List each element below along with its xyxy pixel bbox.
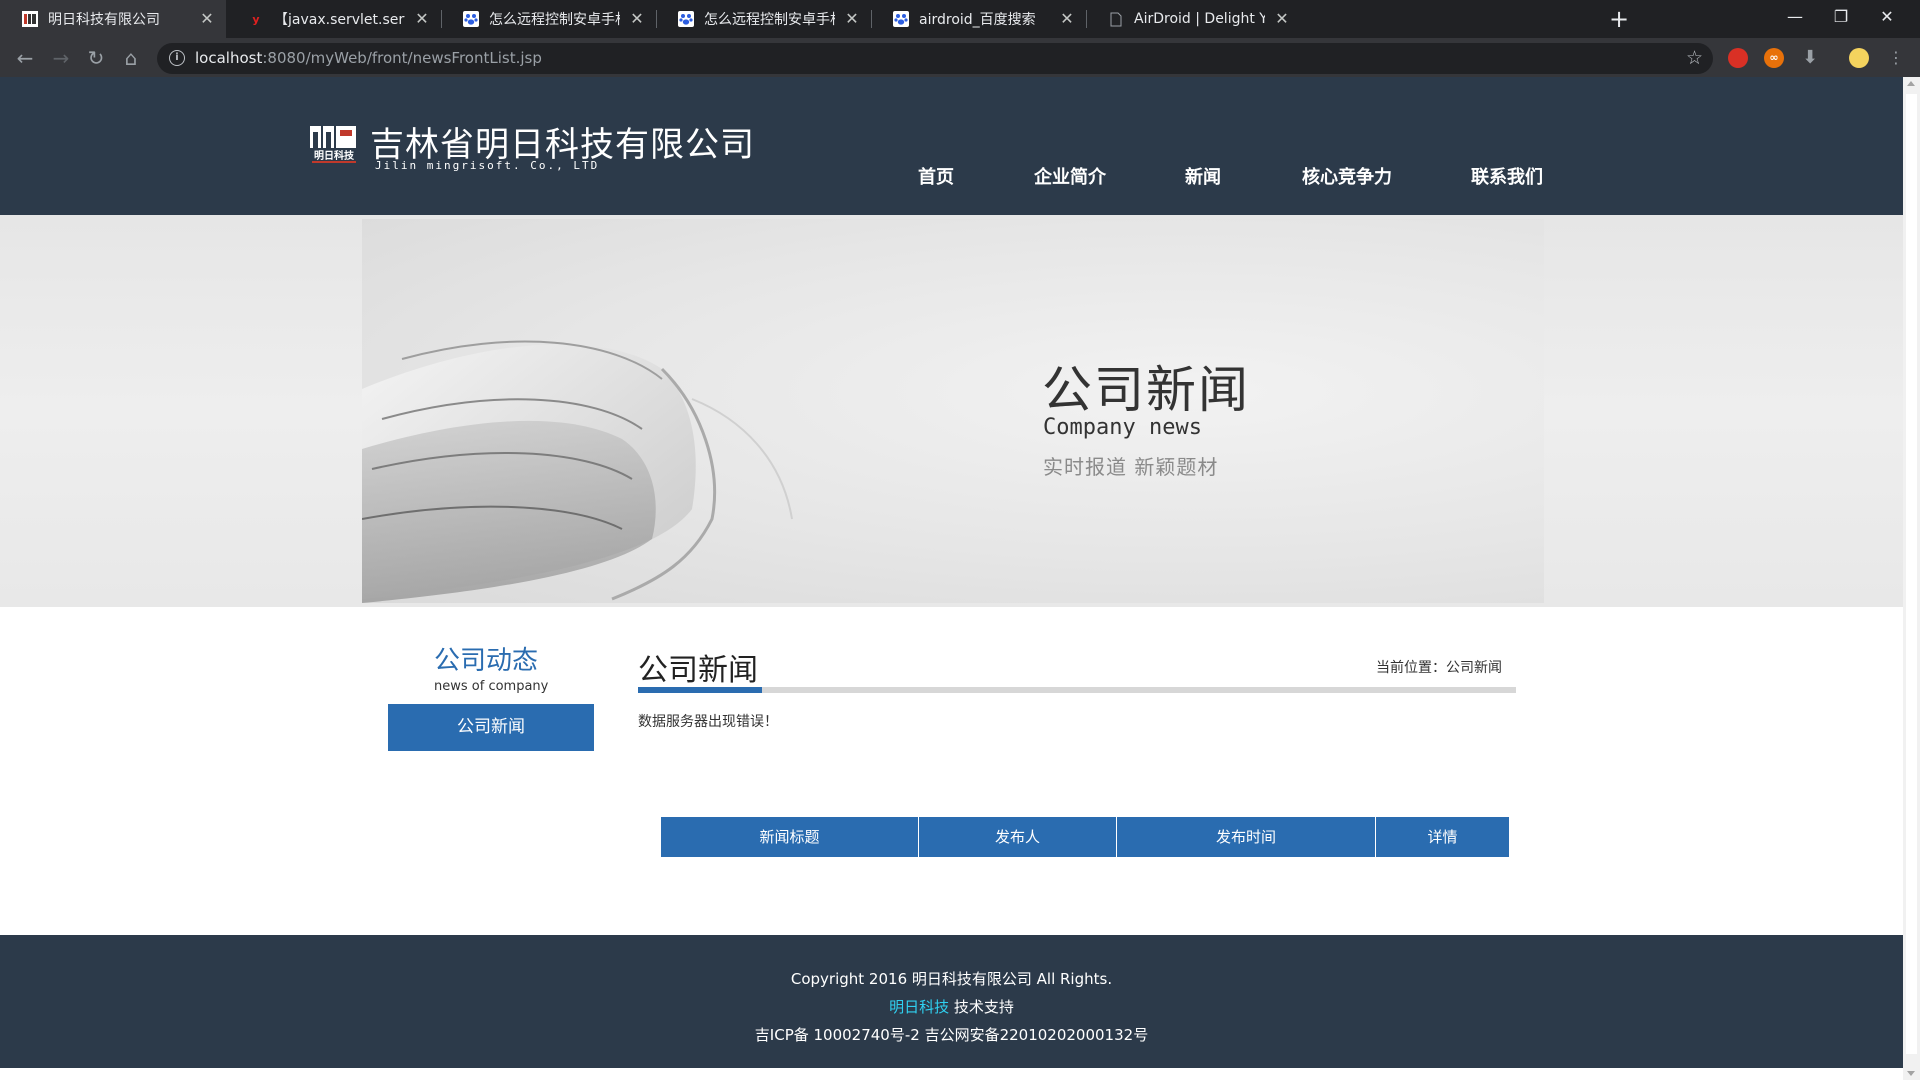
browser-tab-strip: 明日科技有限公司 ✕ y 【javax.servlet.servletexcep… — [0, 0, 1920, 38]
company-logo[interactable]: 明日科技 — [308, 122, 360, 164]
browser-tab[interactable]: AirDroid | Delight Your Multi-S ✕ — [1086, 0, 1301, 38]
scrollbar-thumb[interactable] — [1906, 94, 1917, 1054]
nav-home[interactable]: 首页 — [918, 163, 954, 189]
home-icon[interactable]: ⌂ — [118, 45, 144, 71]
tab-close-icon[interactable]: ✕ — [198, 10, 216, 28]
tab-close-icon[interactable]: ✕ — [1058, 10, 1076, 28]
banner-subtitle: Company news — [1043, 415, 1202, 440]
tab-close-icon[interactable]: ✕ — [628, 10, 646, 28]
tab-label: 【javax.servlet.servletexceptio — [274, 12, 405, 28]
page-scrollbar[interactable] — [1903, 77, 1920, 1080]
tab-label: 明日科技有限公司 — [48, 12, 160, 28]
baidu-paw-icon — [893, 11, 909, 27]
tab-close-icon[interactable]: ✕ — [1273, 10, 1291, 28]
tab-close-icon[interactable]: ✕ — [413, 10, 431, 28]
column-header-publisher: 发布人 — [919, 817, 1117, 857]
tab-label: 怎么远程控制安卓手机，控制安卓 — [704, 12, 835, 28]
tab-label: airdroid_百度搜索 — [919, 12, 1036, 28]
address-bar[interactable]: i localhost:8080/myWeb/front/newsFrontLi… — [157, 43, 1713, 74]
breadcrumb-current[interactable]: 公司新闻 — [1446, 660, 1502, 676]
nav-contact[interactable]: 联系我们 — [1471, 163, 1543, 189]
tab-label: 怎么远程控制安卓手机_百度搜索 — [489, 12, 620, 28]
news-table-header: 新闻标题 发布人 发布时间 详情 — [661, 817, 1509, 857]
browser-tab-active[interactable]: 明日科技有限公司 ✕ — [0, 0, 226, 38]
browser-tab[interactable]: airdroid_百度搜索 ✕ — [871, 0, 1086, 38]
reload-icon[interactable]: ↻ — [83, 45, 109, 71]
baidu-paw-icon — [463, 11, 479, 27]
banner-title: 公司新闻 — [1042, 361, 1250, 419]
url-host: localhost — [195, 49, 263, 67]
back-arrow-icon[interactable]: ← — [12, 45, 38, 71]
column-header-details: 详情 — [1427, 828, 1458, 846]
footer-support-link[interactable]: 明日科技 — [889, 998, 949, 1016]
logo-text: 明日科技 — [314, 149, 355, 162]
minimize-window-button[interactable]: — — [1772, 0, 1818, 34]
footer-copyright: Copyright 2016 明日科技有限公司 All Rights. — [790, 970, 1113, 988]
browser-toolbar: ← → ↻ ⌂ i localhost:8080/myWeb/front/new… — [0, 38, 1920, 77]
nav-core-competence[interactable]: 核心竞争力 — [1302, 163, 1392, 189]
sidebar-item-company-news[interactable]: 公司新闻 — [388, 704, 594, 751]
footer-support-text: 技术支持 — [949, 998, 1014, 1016]
site-favicon-icon — [22, 11, 38, 27]
download-arrow-icon[interactable]: ⬇ — [1800, 48, 1820, 68]
column-header-title: 新闻标题 — [661, 817, 919, 857]
news-banner: 公司新闻 Company news 实时报道 新颖题材 — [0, 215, 1903, 607]
browser-menu-icon[interactable]: ⋮ — [1883, 45, 1909, 71]
new-tab-button[interactable]: + — [1605, 6, 1633, 34]
company-name-en: Jilin mingrisoft. Co., LTD — [375, 159, 600, 172]
browser-tab[interactable]: 怎么远程控制安卓手机，控制安卓 ✕ — [656, 0, 871, 38]
site-header: 明日科技 吉林省明日科技有限公司 Jilin mingrisoft. Co., … — [0, 77, 1903, 215]
sidebar-subtitle: news of company — [434, 679, 549, 694]
breadcrumb-label: 当前位置： — [1376, 660, 1446, 676]
site-footer: Copyright 2016 明日科技有限公司 All Rights. 明日科技… — [0, 935, 1903, 1068]
nav-about[interactable]: 企业简介 — [1034, 163, 1106, 189]
title-divider-accent — [638, 687, 762, 693]
site-favicon-icon: y — [252, 12, 260, 26]
close-window-button[interactable]: ✕ — [1864, 0, 1910, 34]
folded-newspaper-image — [361, 340, 793, 603]
page-title: 公司新闻 — [638, 653, 758, 688]
site-info-icon[interactable]: i — [169, 50, 185, 66]
browser-tab[interactable]: 怎么远程控制安卓手机_百度搜索 ✕ — [441, 0, 656, 38]
extension-shield-icon[interactable] — [1728, 48, 1748, 68]
baidu-paw-icon — [678, 11, 694, 27]
restore-window-button[interactable]: ❐ — [1818, 0, 1864, 34]
sidebar-title: 公司动态 — [434, 646, 539, 676]
footer-support: 明日科技 技术支持 — [0, 996, 1903, 1017]
scroll-up-arrow-icon[interactable] — [1907, 81, 1915, 86]
banner-image — [361, 219, 1544, 603]
extension-infinity-icon[interactable]: ∞ — [1764, 48, 1784, 68]
footer-icp: 吉ICP备 10002740号-2 吉公网安备22010202000132号 — [754, 1026, 1149, 1044]
url-path: :8080/myWeb/front/newsFrontList.jsp — [262, 49, 542, 67]
bookmark-star-icon[interactable]: ☆ — [1686, 47, 1703, 69]
nav-news[interactable]: 新闻 — [1185, 163, 1221, 189]
column-header-publish-time: 发布时间 — [1117, 817, 1376, 857]
banner-tagline: 实时报道 新颖题材 — [1043, 455, 1219, 479]
tab-close-icon[interactable]: ✕ — [843, 10, 861, 28]
tab-label: AirDroid | Delight Your Multi-S — [1134, 11, 1265, 27]
browser-tab[interactable]: y 【javax.servlet.servletexceptio ✕ — [226, 0, 441, 38]
page-icon — [1108, 11, 1124, 27]
breadcrumb: 当前位置：公司新闻 — [1376, 657, 1502, 677]
profile-avatar[interactable] — [1849, 48, 1869, 68]
error-message: 数据服务器出现错误！ — [638, 714, 778, 730]
page-viewport: 明日科技 吉林省明日科技有限公司 Jilin mingrisoft. Co., … — [0, 77, 1920, 1080]
scroll-down-arrow-icon[interactable] — [1907, 1071, 1915, 1076]
forward-arrow-icon[interactable]: → — [48, 45, 74, 71]
title-divider — [638, 687, 1516, 693]
address-url[interactable]: localhost:8080/myWeb/front/newsFrontList… — [195, 49, 542, 67]
